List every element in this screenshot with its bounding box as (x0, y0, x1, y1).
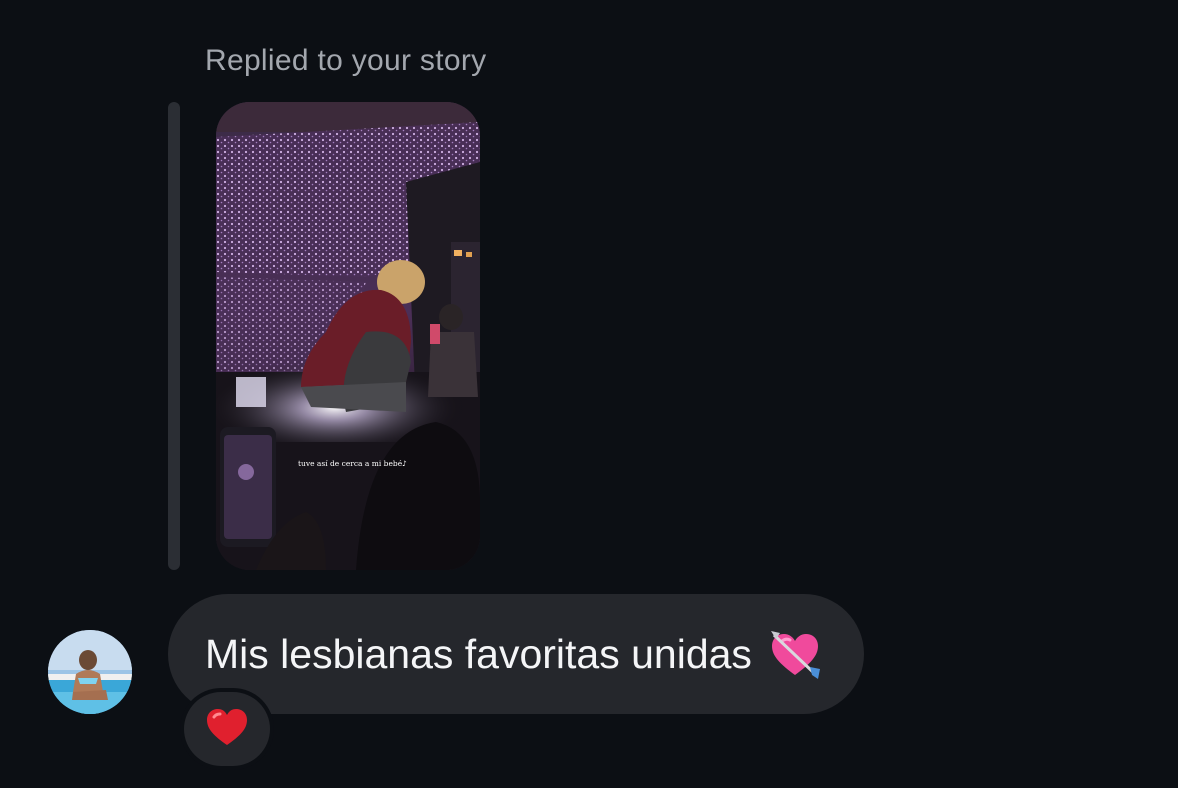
heart-with-arrow-icon (768, 627, 822, 681)
story-caption: tuve así de cerca a mi bebé♪ (298, 459, 407, 468)
story-image (216, 102, 480, 570)
message-bubble[interactable]: Mis lesbianas favoritas unidas (168, 594, 864, 714)
dm-thread: Replied to your story tuve así de cerca … (0, 0, 1178, 788)
reaction-badge[interactable] (184, 692, 270, 766)
story-preview[interactable]: tuve así de cerca a mi bebé♪ (216, 102, 480, 570)
sender-avatar[interactable] (48, 630, 132, 714)
quote-bar (168, 102, 180, 570)
message-text: Mis lesbianas favoritas unidas (205, 630, 752, 677)
red-heart-icon (205, 707, 249, 752)
reply-context-label: Replied to your story (205, 44, 487, 77)
